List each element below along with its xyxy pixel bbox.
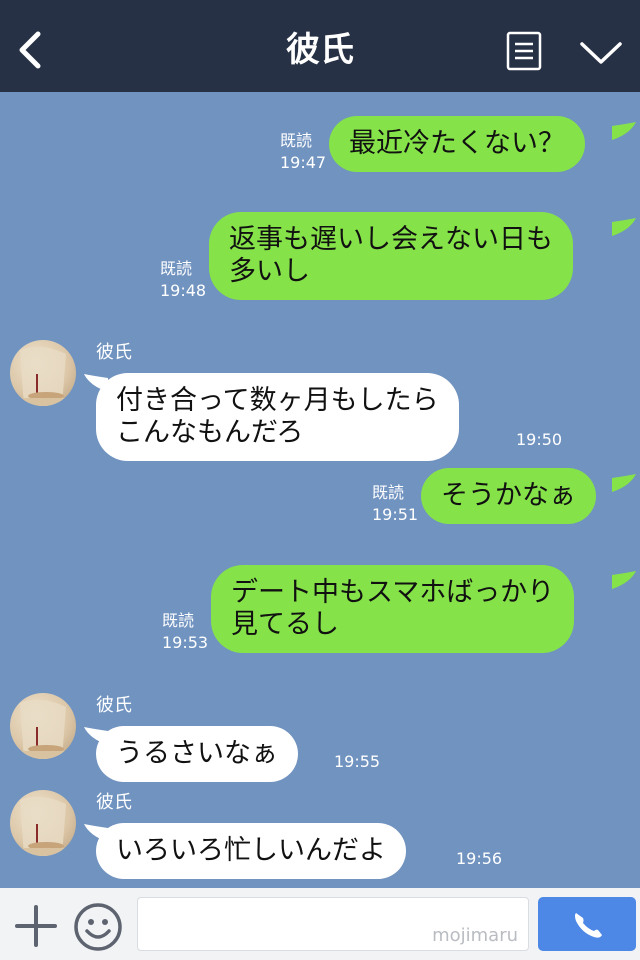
- message-time: 19:50: [516, 430, 563, 449]
- message-text: そうかなぁ: [441, 480, 576, 511]
- outgoing-message-bubble[interactable]: そうかなぁ: [421, 468, 596, 524]
- message-time: 19:53: [162, 633, 209, 652]
- incoming-message-bubble[interactable]: うるさいなぁ: [96, 726, 298, 782]
- read-receipt: 既読 19:51: [372, 482, 418, 526]
- call-button[interactable]: [538, 897, 636, 951]
- chat-header: 彼氏: [0, 0, 640, 92]
- avatar-image: [10, 796, 76, 856]
- contact-avatar[interactable]: [10, 693, 76, 759]
- plus-icon[interactable]: [14, 904, 58, 948]
- sender-name: 彼氏: [96, 695, 132, 716]
- message-text: うるさいなぁ: [116, 738, 278, 769]
- message-text: 多いし: [229, 256, 310, 287]
- avatar-image: [10, 699, 76, 759]
- sender-name: 彼氏: [96, 342, 132, 363]
- outgoing-message-bubble[interactable]: 最近冷たくない？: [329, 116, 585, 172]
- watermark-text: mojimaru: [432, 925, 518, 946]
- bubble-tail: [612, 474, 636, 492]
- bubble-tail: [612, 571, 636, 589]
- message-text: こんなもんだろ: [116, 417, 304, 448]
- message-time: 19:56: [456, 849, 503, 868]
- read-label: 既読: [280, 131, 313, 150]
- phone-icon: [575, 913, 602, 938]
- read-receipt: 既読 19:48: [160, 258, 206, 302]
- contact-avatar[interactable]: [10, 790, 76, 856]
- read-label: 既読: [160, 259, 193, 278]
- read-receipt: 既読 19:53: [162, 610, 208, 654]
- message-text: 返事も遅いし会えない日も: [229, 224, 553, 255]
- read-label: 既読: [162, 611, 195, 630]
- incoming-message-bubble[interactable]: 付き合って数ヶ月もしたら こんなもんだろ: [96, 373, 459, 461]
- message-text: 最近冷たくない？: [349, 128, 565, 159]
- incoming-message-bubble[interactable]: いろいろ忙しいんだよ: [96, 823, 406, 879]
- outgoing-message-bubble[interactable]: デート中もスマホばっかり 見てるし: [211, 565, 575, 653]
- message-text: いろいろ忙しいんだよ: [116, 835, 386, 866]
- read-receipt: 既読 19:47: [280, 130, 326, 174]
- read-label: 既読: [372, 483, 405, 502]
- outgoing-message-bubble[interactable]: 返事も遅いし会えない日も 多いし: [209, 212, 573, 300]
- sender-name: 彼氏: [96, 792, 132, 813]
- bubble-tail: [612, 122, 636, 140]
- message-time: 19:47: [280, 153, 327, 172]
- message-text: 見てるし: [231, 609, 339, 640]
- avatar-image: [10, 346, 76, 406]
- message-text: デート中もスマホばっかり: [231, 577, 555, 608]
- chevron-down-icon[interactable]: [578, 38, 624, 68]
- message-time: 19:48: [160, 281, 207, 300]
- message-time: 19:55: [334, 752, 381, 771]
- menu-list-icon[interactable]: [506, 31, 542, 71]
- message-text: 付き合って数ヶ月もしたら: [116, 385, 439, 416]
- message-time: 19:51: [372, 505, 419, 524]
- smiley-icon[interactable]: [72, 901, 124, 953]
- message-input[interactable]: mojimaru: [137, 897, 529, 951]
- contact-avatar[interactable]: [10, 340, 76, 406]
- bubble-tail: [612, 218, 636, 236]
- chat-title: 彼氏: [286, 30, 354, 70]
